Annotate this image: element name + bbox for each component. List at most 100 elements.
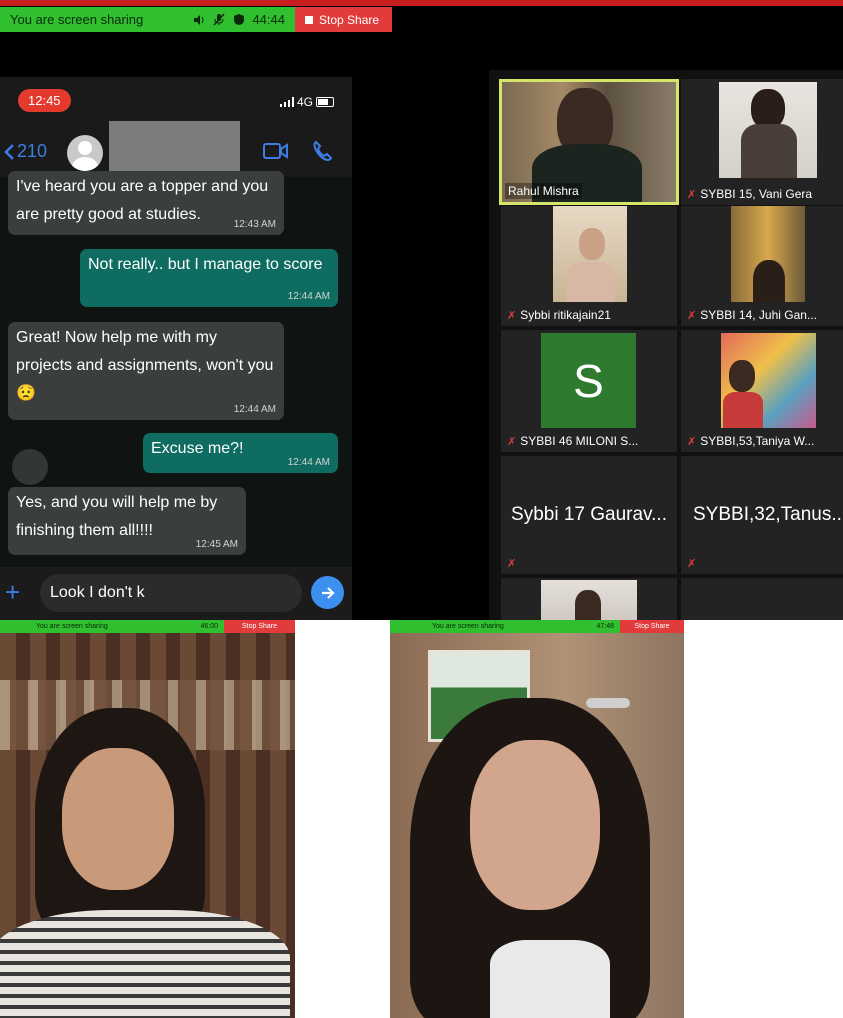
battery-icon [316,97,334,107]
participant-tile[interactable]: Sybbi 17 Gaurav... ✗ [501,456,677,574]
person-face [470,740,600,910]
participant-tile[interactable]: ✗ SYBBI 15, Vani Gera [681,79,843,205]
message-time: 12:44 AM [233,404,276,415]
mic-muted-icon[interactable] [212,13,226,27]
participant-name: ✗ SYBBI 14, Juhi Gan... [687,308,817,322]
webcam-capture-right: You are screen sharing 47:48 Stop Share [390,620,684,1018]
message-time: 12:45 AM [195,539,238,550]
screen-share-toolbar: You are screen sharing 44:44 Stop Share [0,7,392,32]
stop-share-button[interactable]: Stop Share [620,620,684,633]
share-timer: 47:48 [596,623,614,630]
share-timer: 44:44 [252,12,285,27]
stop-icon [305,15,313,24]
attach-plus-icon[interactable]: + [5,577,20,608]
whatsapp-chat-screen: 12:45 4G 210 I've heard you are a topper… [0,77,352,620]
message-incoming[interactable]: Great! Now help me with my projects and … [8,322,284,420]
video-call-icon[interactable] [263,140,289,162]
participant-video-person [751,89,785,129]
door-handle [586,698,630,708]
mic-muted-icon: ✗ [507,435,517,448]
message-input[interactable]: Look I don't k [40,574,302,612]
webcam-capture-left: You are screen sharing 46:00 Stop Share [0,620,295,1018]
typing-avatar [12,449,48,485]
person-shirt [0,910,290,1018]
participant-video-person [723,392,763,428]
participant-video-person [753,260,785,302]
message-text: Not really.. but I manage to score [88,256,323,273]
participant-video-person [567,262,615,302]
mic-muted-icon: ✗ [687,435,697,448]
share-timer: 46:00 [200,623,218,630]
chevron-left-icon [4,143,14,160]
share-border [0,0,843,6]
participant-gallery: Rahul Mishra ✗ SYBBI 15, Vani Gera ✗ Sybbi… [489,70,843,620]
participant-mic-status: ✗ [687,557,696,570]
share-status-text: You are screen sharing [432,623,504,630]
network-type: 4G [296,95,313,109]
participant-name: ✗ SYBBI 15, Vani Gera [687,187,813,201]
back-button[interactable]: 210 [3,141,47,162]
participant-tile[interactable]: S ✗ SYBBI 46 MILONI S... [501,330,677,452]
shield-icon[interactable] [232,13,246,27]
message-composer: + Look I don't k [0,567,352,620]
message-text: Excuse me?! [151,440,244,457]
message-time: 12:43 AM [233,219,276,230]
participant-video-person [729,360,755,392]
participant-tile[interactable]: ✗ SYBBI 14, Juhi Gan... [681,206,843,326]
participant-name-large: Sybbi 17 Gaurav... [511,504,667,525]
participant-tile[interactable]: SYBBI,32,Tanus... ✗ [681,456,843,574]
phone-status-bar: 12:45 4G [0,77,352,127]
send-button[interactable] [311,576,344,609]
share-status-text: You are screen sharing [36,623,108,630]
stop-share-button[interactable]: Stop Share [295,7,392,32]
message-text: Great! Now help me with my projects and … [16,329,274,402]
contact-avatar[interactable] [67,135,103,171]
chat-header: 210 [0,121,352,177]
participant-tile[interactable]: ✗ SYBBI,53,Taniya W... [681,330,843,452]
mic-muted-icon: ✗ [507,558,517,570]
message-time: 12:44 AM [287,291,330,302]
unread-count: 210 [17,141,48,161]
stop-share-button[interactable]: Stop Share [224,620,295,633]
contact-name-redacted[interactable] [109,121,240,173]
participant-tile[interactable] [501,578,677,620]
mic-muted-icon: ✗ [687,309,697,322]
participant-tile[interactable]: ✗ Sybbi ritikajain21 [501,206,677,326]
participant-name: Rahul Mishra [505,183,582,199]
message-time: 12:44 AM [287,457,330,468]
share-status-mini: You are screen sharing 47:48 [390,620,620,633]
participant-name: ✗ SYBBI 46 MILONI S... [507,434,639,448]
screen-share-toolbar-mini: You are screen sharing 47:48 Stop Share [390,620,684,633]
signal-bars-icon [279,97,294,107]
participant-name: ✗ Sybbi ritikajain21 [507,308,611,322]
person-face [62,748,174,890]
phone-clock: 12:45 [18,89,71,112]
participant-mic-status: ✗ [507,557,516,570]
participant-tile[interactable]: Rahul Mishra [499,79,679,205]
share-status: You are screen sharing 44:44 [0,7,295,32]
audio-icon[interactable] [192,13,206,27]
send-icon [321,586,335,599]
participant-tile[interactable] [681,578,843,620]
message-outgoing[interactable]: Excuse me?! 12:44 AM [143,433,338,473]
participant-name-large: SYBBI,32,Tanus... [693,504,843,525]
participant-video-person [741,124,797,178]
message-outgoing[interactable]: Not really.. but I manage to score 12:44… [80,249,338,307]
mic-muted-icon: ✗ [687,558,697,570]
chat-messages: I've heard you are a topper and you are … [0,171,352,567]
share-status-mini: You are screen sharing 46:00 [0,620,224,633]
phone-call-icon[interactable] [311,139,335,163]
signal-indicator: 4G [279,95,334,109]
participant-name: ✗ SYBBI,53,Taniya W... [687,434,815,448]
message-incoming[interactable]: Yes, and you will help me by finishing t… [8,487,246,555]
mic-muted-icon: ✗ [507,309,517,322]
message-text: I've heard you are a topper and you are … [16,178,269,223]
person-shirt [490,940,610,1018]
screen-share-view: You are screen sharing 44:44 Stop Share … [0,0,843,620]
message-text: Yes, and you will help me by finishing t… [16,494,218,539]
mic-muted-icon: ✗ [687,188,697,201]
stop-share-label: Stop Share [319,12,380,27]
participant-avatar-initial: S [541,333,636,428]
message-incoming[interactable]: I've heard you are a topper and you are … [8,171,284,235]
participant-video-person [579,228,605,260]
